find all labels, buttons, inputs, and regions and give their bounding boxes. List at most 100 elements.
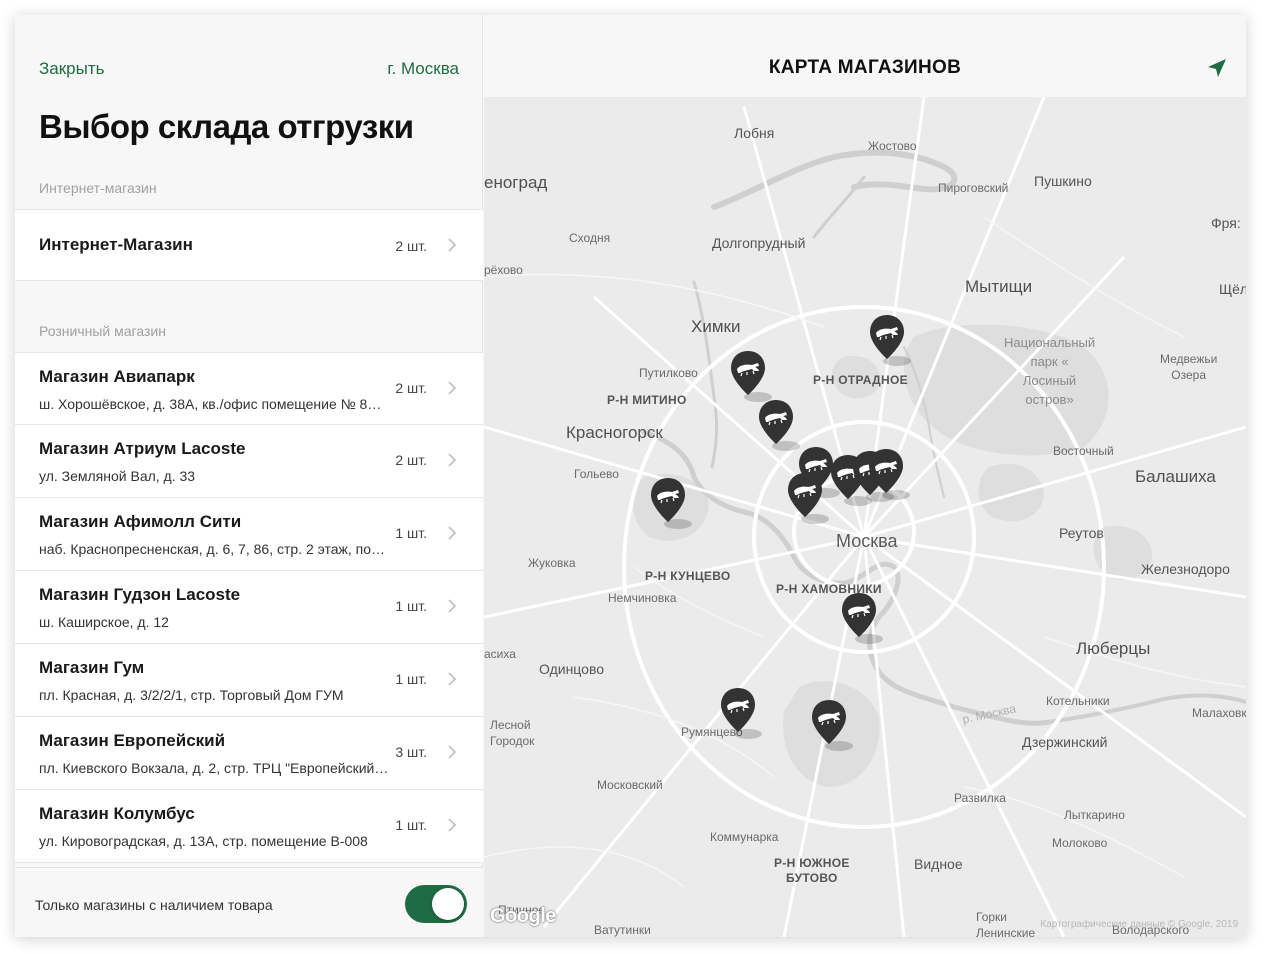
map-label-razvilka: Развилка bbox=[954, 791, 1006, 805]
store-quantity: 1 шт. bbox=[395, 817, 427, 833]
map-label-molokovo: Молоково bbox=[1052, 836, 1108, 850]
panel-top-bar: Закрыть г. Москва bbox=[15, 15, 483, 85]
store-name: Магазин Афимолл Сити bbox=[39, 512, 242, 531]
store-name: Магазин Атриум Lacoste bbox=[39, 439, 246, 458]
map-header: КАРТА МАГАЗИНОВ bbox=[484, 15, 1246, 97]
store-quantity: 2 шт. bbox=[395, 452, 427, 468]
crocodile-store-pin-icon[interactable] bbox=[785, 471, 829, 527]
location-arrow-icon[interactable] bbox=[1206, 57, 1228, 79]
map-label-reutov: Реутов bbox=[1059, 525, 1104, 541]
map-label-dolgoprudny: Долгопрудный bbox=[712, 235, 806, 251]
store-name: Магазин Колумбус bbox=[39, 804, 195, 823]
map-label-ryozhovo: рёхово bbox=[484, 263, 523, 277]
map-label-vatutinki: Ватутинки bbox=[594, 923, 651, 937]
map-label-fryazino: Фря: bbox=[1211, 215, 1241, 231]
map-label-shchelkovo: Щёлк bbox=[1219, 281, 1246, 297]
map-label-kuntsevo: Р-Н КУНЦЕВО bbox=[645, 569, 731, 583]
online-section-label: Интернет-магазин bbox=[39, 180, 157, 196]
map-label-malakhovka: Малаховк bbox=[1192, 706, 1246, 720]
map-label-moscow: Москва bbox=[836, 531, 898, 551]
chevron-right-icon bbox=[448, 453, 457, 467]
map-label-odintsovo: Одинцово bbox=[539, 661, 605, 677]
map-label-otradnoe: Р-Н ОТРАДНОЕ bbox=[813, 373, 908, 387]
warehouse-selection-panel: Закрыть г. Москва Выбор склада отгрузки … bbox=[15, 15, 483, 937]
chevron-right-icon bbox=[448, 672, 457, 686]
store-name: Магазин Гудзон Lacoste bbox=[39, 585, 241, 604]
crocodile-store-pin-icon[interactable] bbox=[839, 591, 883, 647]
map-label-vostochny: Восточный bbox=[1053, 444, 1114, 458]
map-label-vlasikha: асиха bbox=[484, 647, 516, 661]
map-label-gorki: Горки Ленинские bbox=[976, 910, 1036, 937]
crocodile-store-pin-icon[interactable] bbox=[718, 686, 762, 742]
map-label-putilkovo: Путилково bbox=[639, 366, 698, 380]
store-quantity: 1 шт. bbox=[395, 598, 427, 614]
google-logo: Google bbox=[490, 905, 556, 927]
online-store-row[interactable]: Интернет-Магазин 2 шт. bbox=[15, 209, 483, 281]
availability-toggle[interactable] bbox=[405, 885, 467, 923]
page-title: Выбор склада отгрузки bbox=[39, 108, 414, 145]
store-address: ул. Кировоградская, д. 13А, стр. помещен… bbox=[39, 833, 368, 849]
store-name: Магазин Авиапарк bbox=[39, 367, 195, 386]
map-label-vidnoe: Видное bbox=[914, 856, 963, 872]
map-label-moskovsky: Московский bbox=[597, 778, 663, 792]
map-label-skhodnya: Сходня bbox=[569, 231, 611, 245]
close-button[interactable]: Закрыть bbox=[39, 59, 104, 79]
store-row[interactable]: Магазин Гудзон Lacoste ш. Каширское, д. … bbox=[15, 571, 483, 644]
store-name: Магазин Гум bbox=[39, 658, 145, 677]
store-quantity: 1 шт. bbox=[395, 671, 427, 687]
map-title: КАРТА МАГАЗИНОВ bbox=[768, 57, 962, 78]
crocodile-store-pin-icon[interactable] bbox=[756, 398, 800, 454]
store-quantity: 3 шт. bbox=[395, 744, 427, 760]
chevron-right-icon bbox=[448, 381, 457, 395]
store-row[interactable]: Магазин Афимолл Сити наб. Краснопресненс… bbox=[15, 498, 483, 571]
store-row[interactable]: Магазин Колумбус ул. Кировоградская, д. … bbox=[15, 790, 483, 863]
crocodile-store-pin-icon[interactable] bbox=[648, 476, 692, 532]
store-address: ш. Хорошёвское, д. 38А, кв./офис помещен… bbox=[39, 396, 389, 412]
map-label-zhukovka: Жуковка bbox=[528, 556, 576, 570]
chevron-right-icon bbox=[448, 526, 457, 540]
availability-filter-bar: Только магазины с наличием товара bbox=[15, 867, 483, 937]
store-name: Интернет-Магазин bbox=[39, 235, 193, 254]
map-label-zhostovo: Жостово bbox=[868, 139, 917, 153]
map-label-krasnogorsk: Красногорск bbox=[566, 423, 663, 442]
map-label-lobnya: Лобня bbox=[734, 125, 775, 141]
toggle-knob bbox=[432, 888, 464, 920]
city-selector-link[interactable]: г. Москва bbox=[387, 59, 459, 79]
map-label-khimki: Химки bbox=[691, 317, 741, 336]
availability-filter-label: Только магазины с наличием товара bbox=[35, 897, 273, 913]
map-label-pirogovsky: Пироговский bbox=[938, 181, 1009, 195]
store-address: ул. Земляной Вал, д. 33 bbox=[39, 468, 196, 484]
chevron-right-icon bbox=[448, 818, 457, 832]
map-label-balashikha: Балашиха bbox=[1135, 467, 1216, 486]
store-map[interactable]: Лобня Жостово еноград Пироговский Пушкин… bbox=[484, 97, 1246, 937]
map-label-pushkino: Пушкино bbox=[1034, 173, 1092, 189]
store-address: наб. Краснопресненская, д. 6, 7, 86, стр… bbox=[39, 541, 389, 557]
store-name: Магазин Европейский bbox=[39, 731, 226, 750]
crocodile-store-pin-icon[interactable] bbox=[728, 349, 772, 405]
store-quantity: 2 шт. bbox=[395, 380, 427, 396]
map-label-kotelniki: Котельники bbox=[1046, 694, 1110, 708]
crocodile-store-pin-icon[interactable] bbox=[867, 313, 911, 369]
map-label-medvezhi: Медвежьи Озера bbox=[1160, 352, 1218, 382]
store-row[interactable]: Магазин Атриум Lacoste ул. Земляной Вал,… bbox=[15, 425, 483, 498]
store-address: ш. Каширское, д. 12 bbox=[39, 614, 169, 630]
chevron-right-icon bbox=[448, 238, 457, 252]
map-label-national-park: Национальный парк « Лосиный остров» bbox=[1004, 335, 1096, 407]
store-address: пл. Киевского Вокзала, д. 2, стр. ТРЦ "Е… bbox=[39, 760, 389, 776]
map-label-dzerzhinsky: Дзержинский bbox=[1022, 734, 1108, 750]
map-label-lyubertsy: Люберцы bbox=[1076, 639, 1151, 658]
store-quantity: 2 шт. bbox=[395, 238, 427, 254]
map-label-zelenograd: еноград bbox=[484, 173, 548, 192]
crocodile-store-pin-icon[interactable] bbox=[809, 698, 853, 754]
store-row[interactable]: Магазин Авиапарк ш. Хорошёвское, д. 38А,… bbox=[15, 352, 483, 425]
map-label-mytishchi: Мытищи bbox=[965, 277, 1033, 296]
store-row[interactable]: Магазин Гум пл. Красная, д. 3/2/2/1, стр… bbox=[15, 644, 483, 717]
store-row[interactable]: Магазин Европейский пл. Киевского Вокзал… bbox=[15, 717, 483, 790]
map-label-lytkarino: Лыткарино bbox=[1064, 808, 1125, 822]
map-label-nemchinovka: Немчиновка bbox=[608, 591, 677, 605]
map-label-mitino: Р-Н МИТИНО bbox=[607, 393, 687, 407]
crocodile-store-pin-icon[interactable] bbox=[866, 447, 910, 503]
map-copyright: Картографические данные © Google, 2019 bbox=[1040, 919, 1238, 930]
app-window: Закрыть г. Москва Выбор склада отгрузки … bbox=[15, 15, 1246, 937]
map-label-golyevo: Гольево bbox=[574, 467, 619, 481]
